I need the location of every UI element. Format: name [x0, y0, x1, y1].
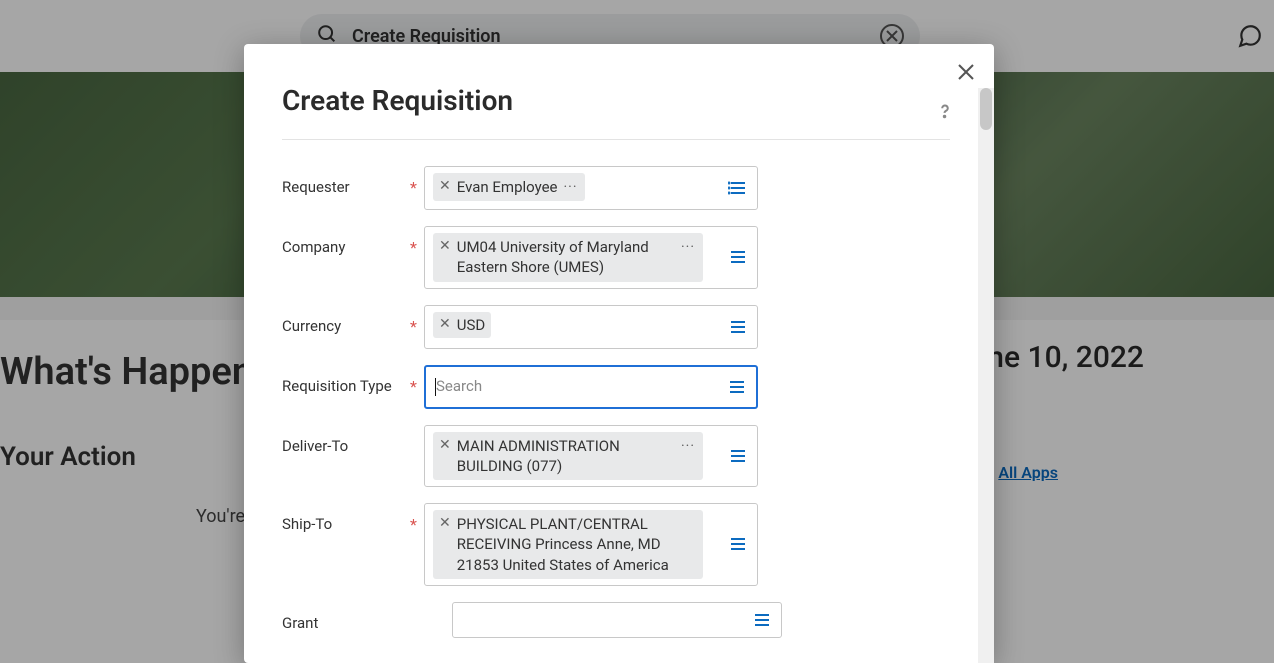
- chip-more-icon[interactable]: ···: [564, 177, 578, 195]
- modal-title: Create Requisition: [282, 84, 950, 117]
- company-label: Company: [282, 226, 410, 256]
- requester-field: Requester * ✕ Evan Employee ···: [282, 166, 950, 210]
- requisition-type-field: Requisition Type * Search: [282, 365, 950, 409]
- deliver-to-chip: ✕ MAIN ADMINISTRATION BUILDING (077) ···: [433, 432, 703, 481]
- remove-chip-icon[interactable]: ✕: [439, 177, 451, 193]
- company-field: Company * ✕ UM04 University of Maryland …: [282, 226, 950, 289]
- currency-value: USD: [457, 315, 485, 335]
- currency-chip: ✕ USD: [433, 312, 491, 338]
- requester-input[interactable]: ✕ Evan Employee ···: [424, 166, 758, 210]
- chip-more-icon[interactable]: ···: [681, 436, 695, 454]
- requester-label: Requester: [282, 166, 410, 196]
- placeholder-text: Search: [436, 377, 482, 395]
- divider: [282, 139, 950, 140]
- required-star: *: [410, 365, 424, 396]
- grant-label: Grant: [282, 602, 410, 632]
- prompt-list-icon[interactable]: [725, 443, 751, 469]
- grant-field: Grant *: [282, 602, 950, 638]
- currency-input[interactable]: ✕ USD: [424, 305, 758, 349]
- requisition-type-label: Requisition Type: [282, 365, 410, 395]
- ship-to-chip: ✕ PHYSICAL PLANT/CENTRAL RECEIVING Princ…: [433, 510, 703, 579]
- requisition-type-input[interactable]: Search: [424, 365, 758, 409]
- ship-to-field: Ship-To * ✕ PHYSICAL PLANT/CENTRAL RECEI…: [282, 503, 950, 586]
- company-value: UM04 University of Maryland Eastern Shor…: [457, 237, 675, 278]
- create-requisition-modal: Create Requisition Requester * ✕ Evan Em…: [244, 44, 994, 663]
- deliver-to-value: MAIN ADMINISTRATION BUILDING (077): [457, 436, 675, 477]
- prompt-list-icon[interactable]: [725, 175, 751, 201]
- currency-field: Currency * ✕ USD: [282, 305, 950, 349]
- deliver-to-label: Deliver-To: [282, 425, 410, 455]
- close-icon[interactable]: [952, 58, 980, 86]
- remove-chip-icon[interactable]: ✕: [439, 315, 451, 331]
- remove-chip-icon[interactable]: ✕: [439, 436, 451, 452]
- modal-scrollbar[interactable]: [978, 88, 994, 663]
- prompt-list-icon[interactable]: [724, 374, 750, 400]
- remove-chip-icon[interactable]: ✕: [439, 514, 451, 530]
- required-star: *: [410, 503, 424, 534]
- requisition-type-placeholder: Search: [434, 373, 484, 400]
- chip-more-icon[interactable]: ···: [681, 237, 695, 255]
- currency-label: Currency: [282, 305, 410, 335]
- deliver-to-field: Deliver-To * ✕ MAIN ADMINISTRATION BUILD…: [282, 425, 950, 488]
- company-chip: ✕ UM04 University of Maryland Eastern Sh…: [433, 233, 703, 282]
- company-input[interactable]: ✕ UM04 University of Maryland Eastern Sh…: [424, 226, 758, 289]
- prompt-list-icon[interactable]: [725, 531, 751, 557]
- prompt-list-icon[interactable]: [725, 314, 751, 340]
- ship-to-label: Ship-To: [282, 503, 410, 533]
- required-star: *: [410, 166, 424, 197]
- prompt-list-icon[interactable]: [749, 607, 775, 633]
- ship-to-input[interactable]: ✕ PHYSICAL PLANT/CENTRAL RECEIVING Princ…: [424, 503, 758, 586]
- help-icon[interactable]: [934, 100, 956, 128]
- requester-chip: ✕ Evan Employee ···: [433, 173, 585, 201]
- grant-input[interactable]: [452, 602, 782, 638]
- required-star: *: [410, 226, 424, 257]
- ship-to-value: PHYSICAL PLANT/CENTRAL RECEIVING Princes…: [457, 514, 695, 575]
- requester-value: Evan Employee: [457, 177, 558, 197]
- required-star: *: [410, 305, 424, 336]
- deliver-to-input[interactable]: ✕ MAIN ADMINISTRATION BUILDING (077) ···: [424, 425, 758, 488]
- prompt-list-icon[interactable]: [725, 244, 751, 270]
- remove-chip-icon[interactable]: ✕: [439, 237, 451, 253]
